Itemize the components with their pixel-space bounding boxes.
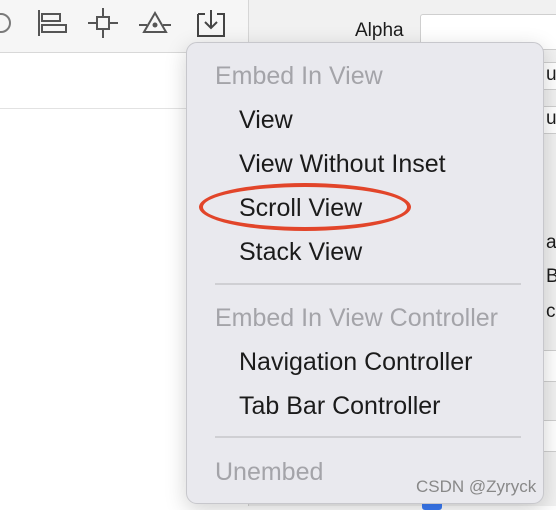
menu-item-tab-bar-controller[interactable]: Tab Bar Controller xyxy=(239,391,440,421)
menu-item-scroll-view[interactable]: Scroll View xyxy=(239,193,362,223)
watermark: CSDN @Zyryck xyxy=(416,477,537,496)
menu-item-view-without-inset[interactable]: View Without Inset xyxy=(239,149,446,179)
alpha-label: Alpha xyxy=(355,20,404,41)
menu-separator xyxy=(215,283,521,285)
inspector-peek-text: u xyxy=(546,108,556,129)
embed-in-menu: Embed In View View View Without Inset Sc… xyxy=(186,42,544,504)
align-center-icon[interactable] xyxy=(86,6,120,40)
menu-item-navigation-controller[interactable]: Navigation Controller xyxy=(239,347,472,377)
inspector-peek-text: B xyxy=(546,266,556,287)
menu-separator xyxy=(215,436,521,438)
menu-item-stack-view[interactable]: Stack View xyxy=(239,237,362,267)
inspector-peek-text: a xyxy=(546,232,556,253)
menu-header-embed-in-view-controller: Embed In View Controller xyxy=(215,304,499,332)
menu-header-embed-in-view: Embed In View xyxy=(215,62,383,90)
menu-item-unembed[interactable]: Unembed xyxy=(215,457,323,487)
menu-item-view[interactable]: View xyxy=(239,105,293,135)
resolve-constraints-icon[interactable] xyxy=(138,6,172,40)
inspector-peek-text: c xyxy=(546,301,556,322)
align-left-icon[interactable] xyxy=(34,6,68,40)
embed-in-icon[interactable] xyxy=(194,6,228,40)
inspector-peek-text: u xyxy=(546,64,556,85)
circle-partial-icon[interactable] xyxy=(0,6,18,40)
